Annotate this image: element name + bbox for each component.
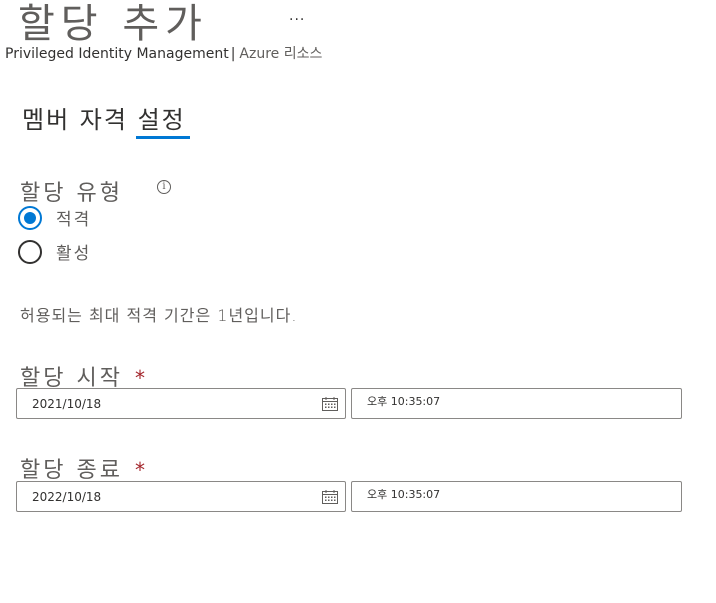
- tab-label-active: 설정: [137, 106, 186, 134]
- tab-label-prefix: 멤버 자격: [22, 106, 138, 134]
- end-date-value: 2022/10/18: [32, 489, 102, 504]
- max-duration-note: 허용되는 최대 적격 기간은 1년입니다.: [20, 306, 298, 325]
- start-date-value: 2021/10/18: [32, 396, 102, 411]
- start-time-input[interactable]: 오후 10:35:07: [351, 388, 682, 419]
- assignment-end-label: 할당 종료 *: [20, 458, 148, 483]
- radio-eligible-label: 적격: [56, 210, 92, 230]
- required-asterisk: *: [134, 366, 148, 390]
- breadcrumb-product: Privileged Identity Management: [5, 46, 229, 62]
- assignment-type-label: 할당 유형: [20, 181, 123, 206]
- start-time-value: 오후 10:35:07: [367, 395, 441, 408]
- end-date-input[interactable]: 2022/10/18: [16, 481, 346, 512]
- radio-eligible[interactable]: 적격: [18, 205, 91, 230]
- calendar-icon[interactable]: [322, 396, 338, 411]
- radio-unchecked-icon[interactable]: [18, 239, 42, 264]
- end-time-value: 오후 10:35:07: [367, 488, 441, 501]
- start-date-input[interactable]: 2021/10/18: [16, 388, 346, 419]
- calendar-icon[interactable]: [322, 489, 338, 504]
- radio-active-label: 활성: [56, 244, 92, 264]
- info-icon[interactable]: i: [157, 180, 171, 194]
- radio-checked-icon[interactable]: [18, 205, 42, 230]
- breadcrumb-separator: |: [230, 46, 236, 62]
- required-asterisk: *: [134, 458, 148, 482]
- tab-membership-settings[interactable]: 멤버 자격 설정: [22, 100, 186, 135]
- page-title: 할당 추가: [18, 1, 208, 47]
- end-time-input[interactable]: 오후 10:35:07: [351, 481, 682, 512]
- radio-active[interactable]: 활성: [18, 239, 91, 264]
- more-options-button[interactable]: ...: [289, 8, 305, 24]
- breadcrumb: Privileged Identity Management | Azure 리소스: [5, 43, 322, 63]
- breadcrumb-resource: Azure 리소스: [239, 46, 323, 62]
